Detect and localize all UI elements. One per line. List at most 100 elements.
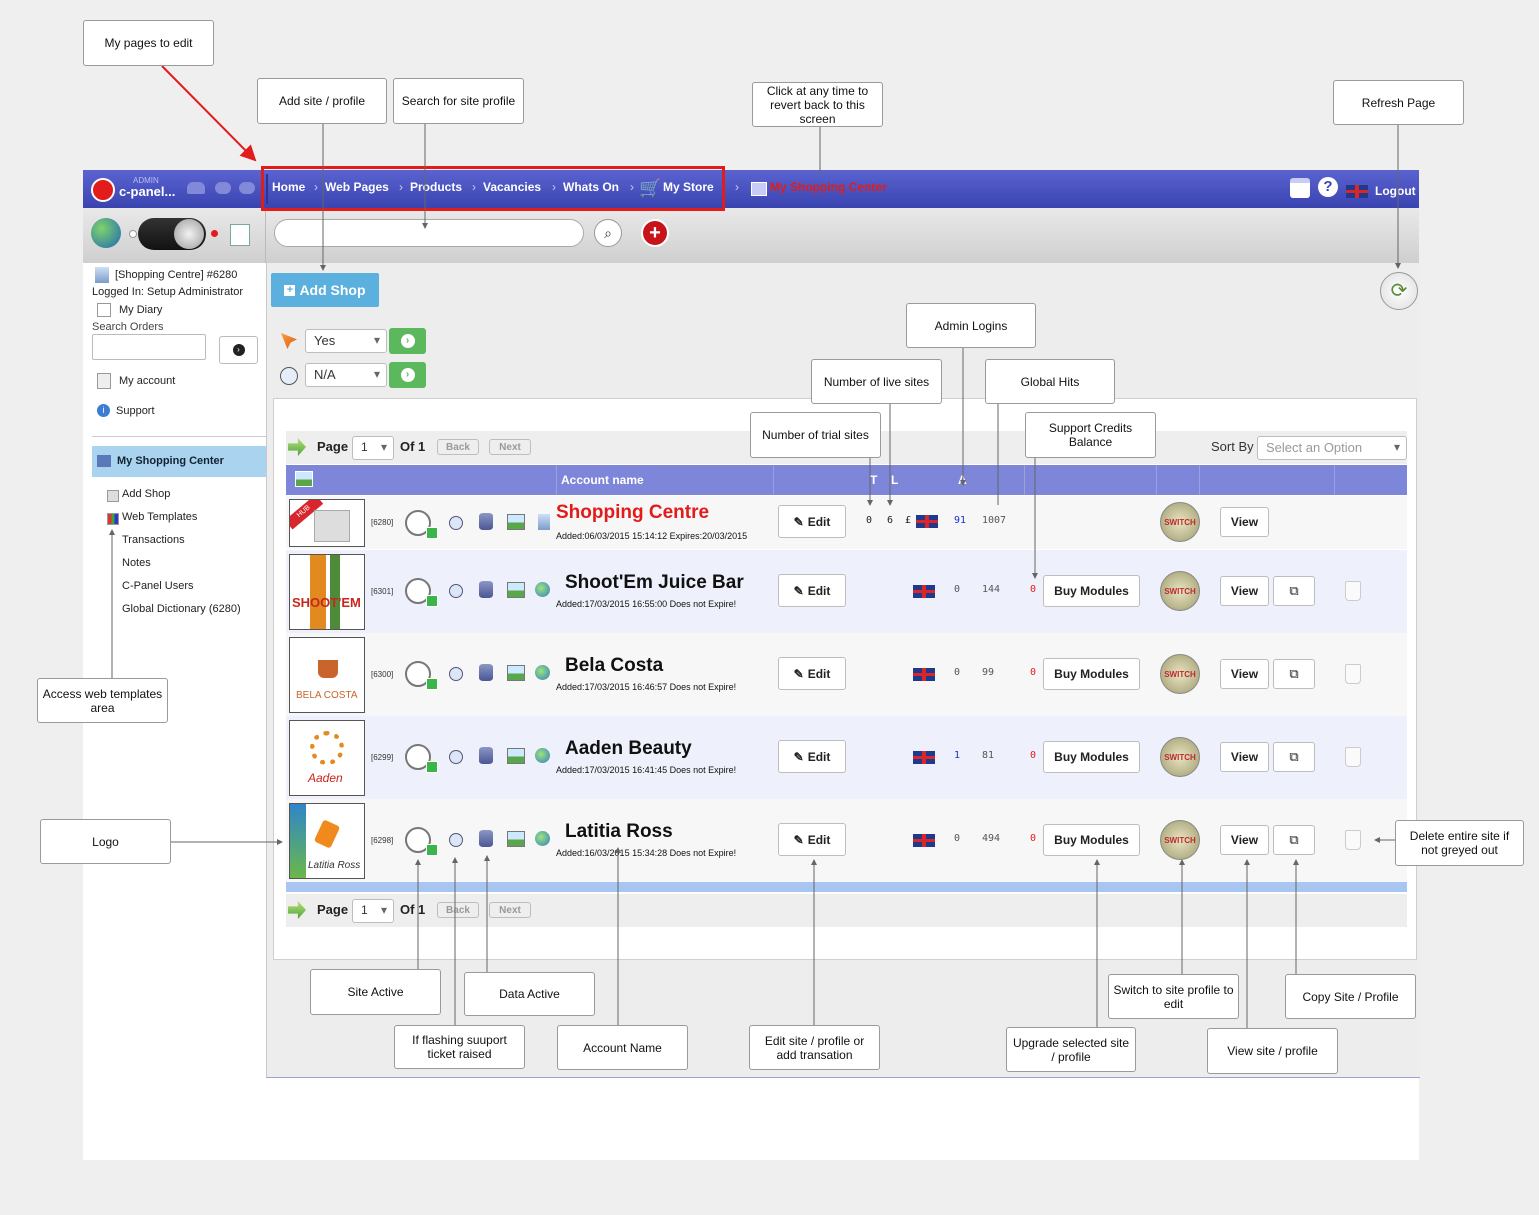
next-button[interactable]: Next (489, 902, 531, 918)
calendar-icon[interactable] (1290, 178, 1310, 198)
sidebar-item-transactions[interactable]: Transactions (122, 534, 185, 546)
status-dot (129, 230, 137, 238)
view-button[interactable]: View (1220, 507, 1269, 537)
globe-icon[interactable] (535, 748, 550, 763)
edit-button[interactable]: ✎ Edit (778, 823, 846, 856)
copy-site-button[interactable]: ⧉ (1273, 742, 1315, 772)
buy-modules-button[interactable]: Buy Modules (1043, 741, 1140, 773)
sidebar-item-global-dictionary[interactable]: Global Dictionary (6280) (122, 603, 241, 615)
view-button[interactable]: View (1220, 742, 1269, 772)
edit-button[interactable]: ✎ Edit (778, 505, 846, 538)
buy-modules-button[interactable]: Buy Modules (1043, 658, 1140, 690)
refresh-button[interactable]: ⟳ (1380, 272, 1418, 310)
copy-site-button[interactable]: ⧉ (1273, 825, 1315, 855)
page-label: Page (317, 439, 349, 454)
next-button[interactable]: Next (489, 439, 531, 455)
site-logo-thumbnail[interactable]: SHOOT'EM (289, 554, 365, 630)
image-icon[interactable] (507, 582, 525, 598)
chat-icon[interactable] (215, 182, 231, 194)
www-globe-icon[interactable] (91, 218, 121, 248)
sidebar-item-add-shop[interactable]: Add Shop (122, 488, 170, 500)
edit-button[interactable]: ✎ Edit (778, 657, 846, 690)
filter-na-select[interactable]: N/A (305, 363, 387, 387)
globe-icon[interactable] (535, 831, 550, 846)
sidebar-item-web-templates[interactable]: Web Templates (122, 511, 197, 523)
live-toggle-switch[interactable] (138, 218, 206, 250)
add-site-button[interactable]: + (641, 219, 669, 247)
sidebar-section-header[interactable]: My Shopping Center (92, 446, 266, 477)
callout-revert: Click at any time to revert back to this… (752, 82, 883, 127)
add-shop-button[interactable]: + Add Shop (271, 273, 379, 307)
account-name[interactable]: Aaden Beauty (565, 738, 692, 760)
edit-note-icon[interactable] (230, 224, 250, 246)
data-active-icon[interactable] (479, 830, 493, 847)
data-active-icon[interactable] (479, 747, 493, 764)
site-logo-thumbnail[interactable]: Aaden (289, 720, 365, 796)
copy-site-button[interactable]: ⧉ (1273, 659, 1315, 689)
buy-modules-button[interactable]: Buy Modules (1043, 575, 1140, 607)
nav-current-page[interactable]: My Shopping Center (770, 180, 887, 194)
site-logo-thumbnail[interactable]: Latitia Ross (289, 803, 365, 879)
search-orders-input[interactable] (92, 334, 206, 360)
sort-select[interactable]: Select an Option (1257, 436, 1407, 460)
help-icon[interactable]: ? (1318, 177, 1338, 197)
buy-modules-button[interactable]: Buy Modules (1043, 824, 1140, 856)
filter-yes-go-button[interactable]: › (389, 328, 426, 354)
view-button[interactable]: View (1220, 576, 1269, 606)
switch-button[interactable]: SWITCH (1160, 571, 1200, 611)
account-name[interactable]: Shopping Centre (556, 502, 709, 524)
site-logo-thumbnail[interactable]: HUB (289, 499, 365, 547)
globe-icon[interactable] (535, 582, 550, 597)
globe-icon[interactable] (535, 665, 550, 680)
data-active-icon[interactable] (479, 664, 493, 681)
edit-button[interactable]: ✎ Edit (778, 740, 846, 773)
site-logo-thumbnail[interactable]: BELA COSTA (289, 637, 365, 713)
page-select[interactable]: 1 (352, 899, 394, 923)
cpanel-logo[interactable]: ADMIN c-panel... (91, 176, 191, 202)
page-select[interactable]: 1 (352, 436, 394, 460)
my-account-link[interactable]: My account (119, 375, 175, 387)
clock-icon[interactable] (449, 516, 463, 530)
site-search-input[interactable] (274, 219, 584, 247)
users-icon[interactable] (187, 182, 205, 194)
switch-button[interactable]: SWITCH (1160, 737, 1200, 777)
search-button[interactable]: ⌕ (594, 219, 622, 247)
account-name[interactable]: Bela Costa (565, 655, 663, 677)
switch-button[interactable]: SWITCH (1160, 654, 1200, 694)
search-orders-go-button[interactable]: › (219, 336, 258, 364)
sidebar-item-cpanel-users[interactable]: C-Panel Users (122, 580, 194, 592)
account-name[interactable]: Shoot'Em Juice Bar (565, 572, 744, 594)
back-button[interactable]: Back (437, 902, 479, 918)
site-active-check-icon (426, 527, 438, 539)
edit-label: Edit (807, 832, 831, 847)
my-diary-link[interactable]: My Diary (119, 304, 162, 316)
clock-icon[interactable] (449, 833, 463, 847)
account-name[interactable]: Latitia Ross (565, 821, 673, 843)
edit-button[interactable]: ✎ Edit (778, 574, 846, 607)
filter-na-go-button[interactable]: › (389, 362, 426, 388)
view-button[interactable]: View (1220, 825, 1269, 855)
image-icon[interactable] (507, 831, 525, 847)
switch-button[interactable]: SWITCH (1160, 502, 1200, 542)
copy-site-button[interactable]: ⧉ (1273, 576, 1315, 606)
image-icon[interactable] (507, 514, 525, 530)
support-link[interactable]: Support (116, 405, 155, 417)
data-active-icon[interactable] (479, 581, 493, 598)
global-hits: 494 (982, 833, 1001, 844)
data-active-icon[interactable] (479, 513, 493, 530)
clock-icon[interactable] (449, 584, 463, 598)
clock-icon[interactable] (449, 667, 463, 681)
view-button[interactable]: View (1220, 659, 1269, 689)
image-icon[interactable] (507, 665, 525, 681)
diary-icon (97, 303, 111, 317)
sidebar-item-notes[interactable]: Notes (122, 557, 151, 569)
filter-yes-select[interactable]: Yes (305, 329, 387, 353)
logout-link[interactable]: Logout (1375, 184, 1416, 198)
switch-button[interactable]: SWITCH (1160, 820, 1200, 860)
message-icon[interactable] (239, 182, 255, 194)
table-row: Latitia Ross [6298] Latitia Ross Added:1… (286, 799, 1407, 882)
uk-flag-icon[interactable] (1346, 185, 1368, 198)
image-icon[interactable] (507, 748, 525, 764)
back-button[interactable]: Back (437, 439, 479, 455)
clock-icon[interactable] (449, 750, 463, 764)
